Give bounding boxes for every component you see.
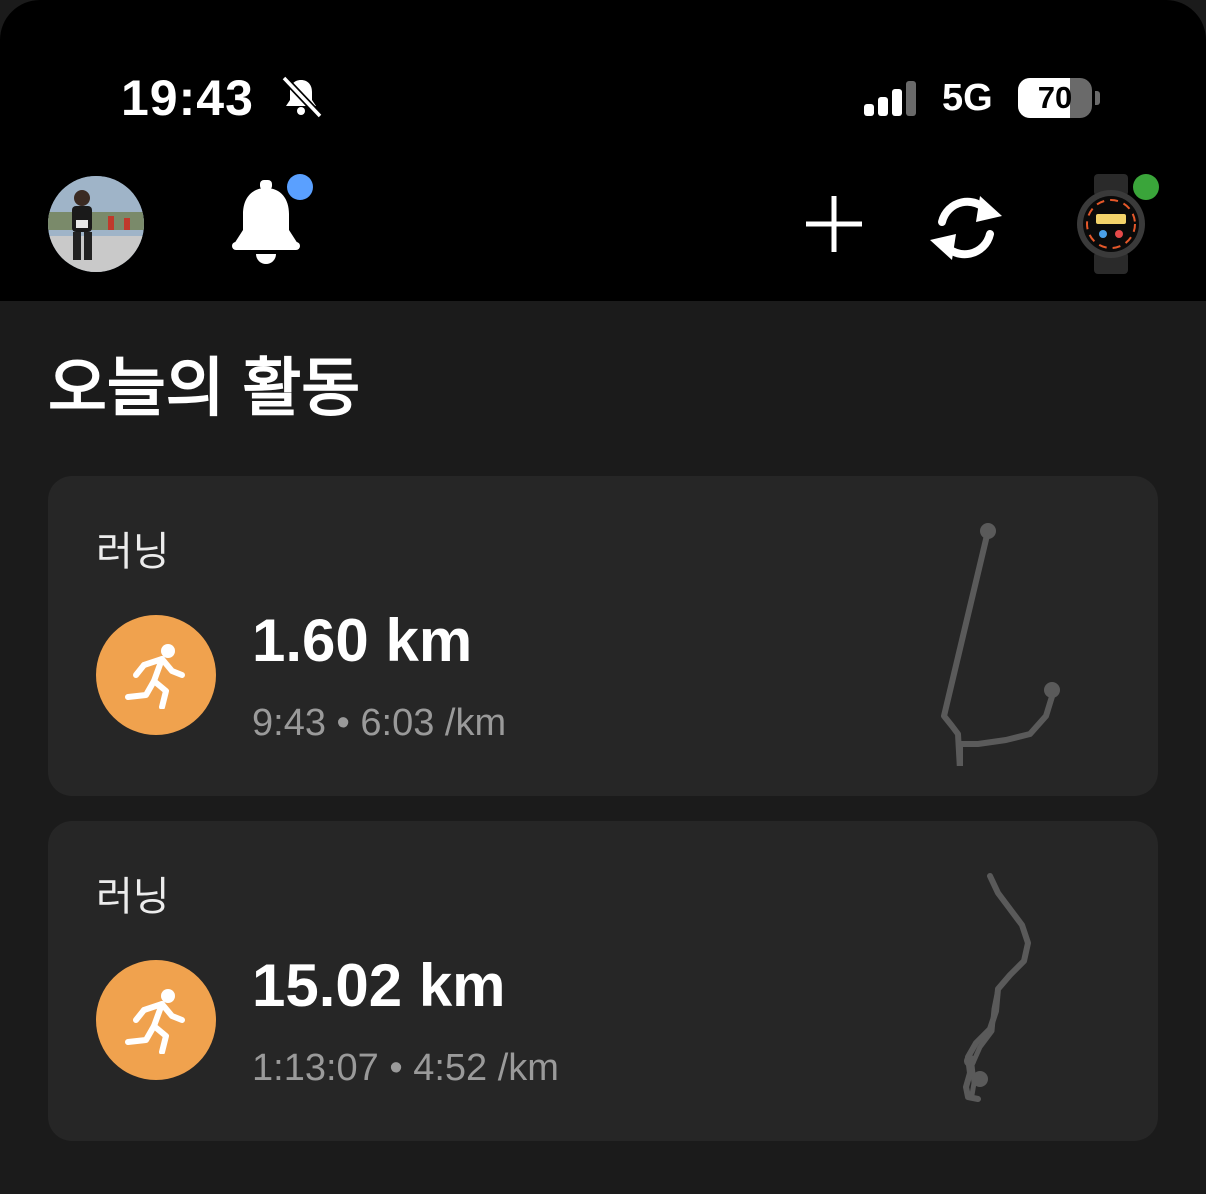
meta-separator: • [336, 702, 350, 744]
section-title: 오늘의 활동 [48, 352, 361, 424]
activity-card[interactable]: 러닝 15.02 km 1:13:07 • 4:52 /km [48, 821, 1158, 1141]
running-icon [96, 960, 216, 1080]
device-status-dot [1133, 174, 1159, 200]
battery-body: 70 [1018, 78, 1092, 118]
status-time: 19:43 [121, 70, 254, 126]
activity-meta: 1:13:07 • 4:52 /km [252, 1045, 559, 1091]
profile-avatar[interactable] [48, 176, 144, 272]
activity-duration: 1:13:07 [252, 1047, 379, 1089]
status-bar: 19:43 5G 70 [0, 0, 1206, 150]
activity-type: 러닝 [96, 530, 170, 574]
activity-duration: 9:43 [252, 702, 326, 744]
notification-badge [287, 174, 313, 200]
battery-tip [1095, 91, 1100, 105]
avatar-photo [48, 176, 144, 272]
sync-icon[interactable] [924, 186, 1008, 270]
activity-pace: 4:52 /km [413, 1047, 559, 1089]
activity-card[interactable]: 러닝 1.60 km 9:43 • 6:03 /km [48, 476, 1158, 796]
route-map [941, 523, 1060, 766]
battery-indicator: 70 [1018, 78, 1100, 118]
activity-pace: 6:03 /km [360, 702, 507, 744]
network-type: 5G [942, 77, 993, 119]
route-map [963, 873, 1031, 1102]
plus-icon[interactable] [802, 192, 866, 256]
activity-distance: 15.02 km [252, 952, 506, 1019]
bell-slash-icon [281, 75, 323, 119]
cellular-signal-icon [864, 81, 916, 116]
meta-separator: • [389, 1047, 403, 1089]
activity-type: 러닝 [96, 875, 170, 919]
activity-meta: 9:43 • 6:03 /km [252, 700, 506, 746]
running-icon [96, 615, 216, 735]
battery-level: 70 [1037, 80, 1073, 115]
activity-distance: 1.60 km [252, 607, 473, 674]
app-toolbar [0, 150, 1206, 301]
